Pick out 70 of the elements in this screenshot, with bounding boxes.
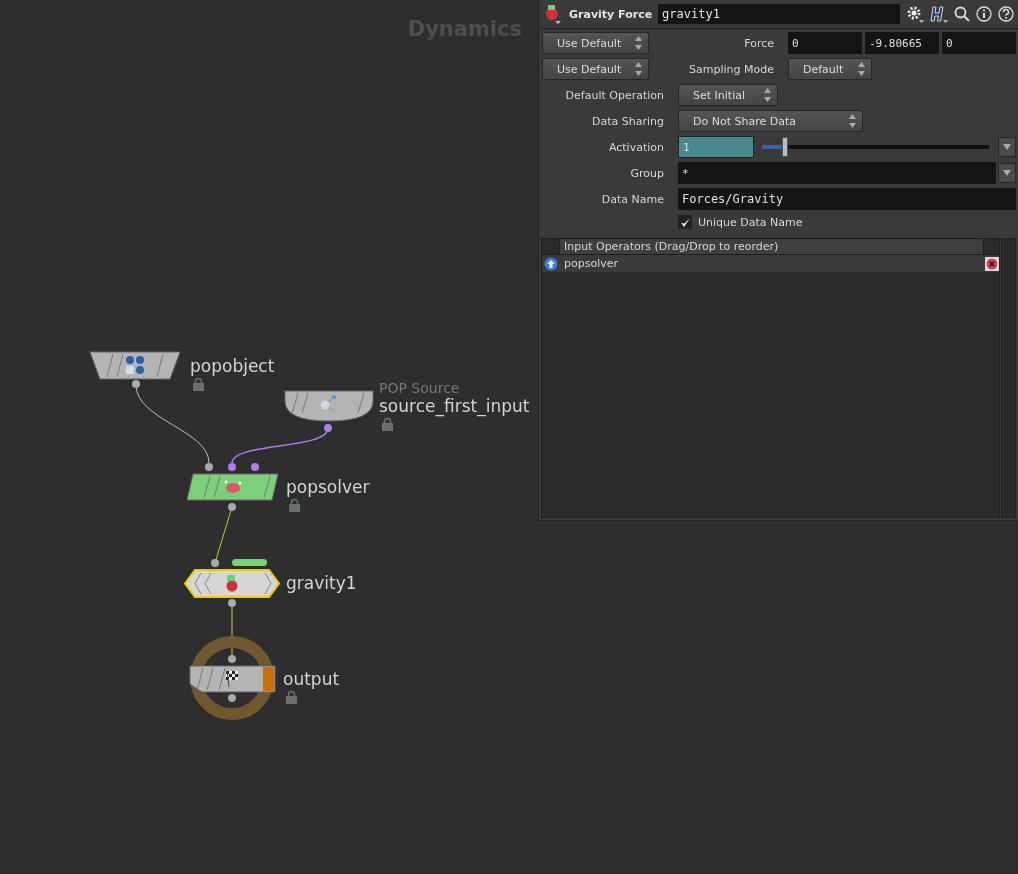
node-name: source_first_input — [379, 396, 530, 416]
network-node[interactable] — [89, 351, 181, 380]
solver-icon — [224, 480, 242, 493]
field-label: Force — [743, 36, 774, 50]
input-field[interactable]: 0 — [788, 32, 862, 54]
network-node[interactable] — [186, 473, 279, 501]
lock-icon[interactable] — [286, 690, 297, 704]
remove-icon[interactable] — [985, 256, 999, 271]
field-label: Sampling Mode — [688, 62, 774, 76]
column-header: Input Operators (Drag/Drop to reorder) — [560, 239, 983, 254]
connector-dot[interactable] — [132, 380, 140, 388]
dropdown-button[interactable] — [998, 163, 1016, 183]
connector-dot[interactable] — [251, 463, 259, 471]
apple-icon — [226, 575, 238, 592]
node-name: output — [283, 669, 340, 689]
node-name: gravity1 — [286, 573, 357, 593]
input-field[interactable]: Forces/Gravity — [678, 188, 1016, 210]
menu-button[interactable]: Default — [788, 58, 872, 80]
field-label: Default Operation — [564, 88, 664, 102]
connector-dot[interactable] — [228, 503, 236, 511]
stepper-arrows-icon — [635, 62, 642, 76]
lock-icon[interactable] — [382, 417, 393, 431]
up-arrow-icon[interactable] — [544, 256, 558, 271]
info-icon[interactable] — [976, 6, 992, 22]
field-label: Activation — [607, 140, 664, 154]
particles-icon — [126, 356, 144, 374]
status-bar — [232, 559, 267, 566]
stepper-arrows-icon — [849, 114, 856, 128]
help-icon[interactable] — [998, 6, 1014, 22]
node-name: popobject — [190, 356, 275, 376]
connector-dot[interactable] — [228, 463, 236, 471]
menu-button[interactable]: Do Not Share Data — [678, 110, 863, 132]
checkered-flag-icon — [226, 670, 238, 688]
stepper-arrows-icon — [764, 88, 771, 102]
h-logo-icon[interactable] — [930, 5, 948, 23]
node-name-field[interactable]: gravity1 — [658, 4, 900, 24]
gear-icon[interactable] — [906, 5, 924, 23]
checkbox[interactable] — [678, 215, 692, 229]
connector-dot[interactable] — [228, 694, 236, 702]
slider-handle[interactable] — [781, 137, 788, 157]
field-label: Data Sharing — [591, 114, 664, 128]
input-field[interactable]: -9.80665 — [865, 32, 939, 54]
node-type-label: Gravity Force — [569, 7, 653, 21]
caret-icon — [1003, 170, 1011, 176]
stepper-arrows-icon — [635, 36, 642, 50]
menu-button[interactable]: Use Default — [542, 32, 649, 54]
connector-dot[interactable] — [211, 559, 219, 567]
apple-icon[interactable] — [543, 3, 563, 25]
lock-icon[interactable] — [193, 377, 204, 391]
dropdown-button[interactable] — [998, 137, 1016, 157]
checkbox-label: Unique Data Name — [698, 215, 803, 229]
caret-icon — [1003, 144, 1011, 150]
menu-button[interactable]: Set Initial — [678, 84, 778, 106]
connector-dot[interactable] — [228, 599, 236, 607]
node-name: popsolver — [286, 477, 370, 497]
connector-dot[interactable] — [324, 424, 332, 432]
emitter-icon — [320, 395, 336, 412]
field-label: Group — [629, 166, 664, 180]
connector-dot[interactable] — [205, 463, 213, 471]
network-node[interactable] — [284, 390, 374, 422]
search-icon[interactable] — [954, 6, 970, 22]
input-field[interactable]: 0 — [942, 32, 1016, 54]
stepper-arrows-icon — [858, 62, 865, 76]
lock-icon[interactable] — [289, 498, 300, 512]
menu-button[interactable]: Use Default — [542, 58, 649, 80]
field-label: Data Name — [600, 192, 664, 206]
node-type-label: POP Source — [379, 380, 460, 396]
connector-dot[interactable] — [228, 655, 236, 663]
input-field[interactable]: * — [678, 162, 996, 184]
scrollbar[interactable] — [1001, 238, 1016, 518]
